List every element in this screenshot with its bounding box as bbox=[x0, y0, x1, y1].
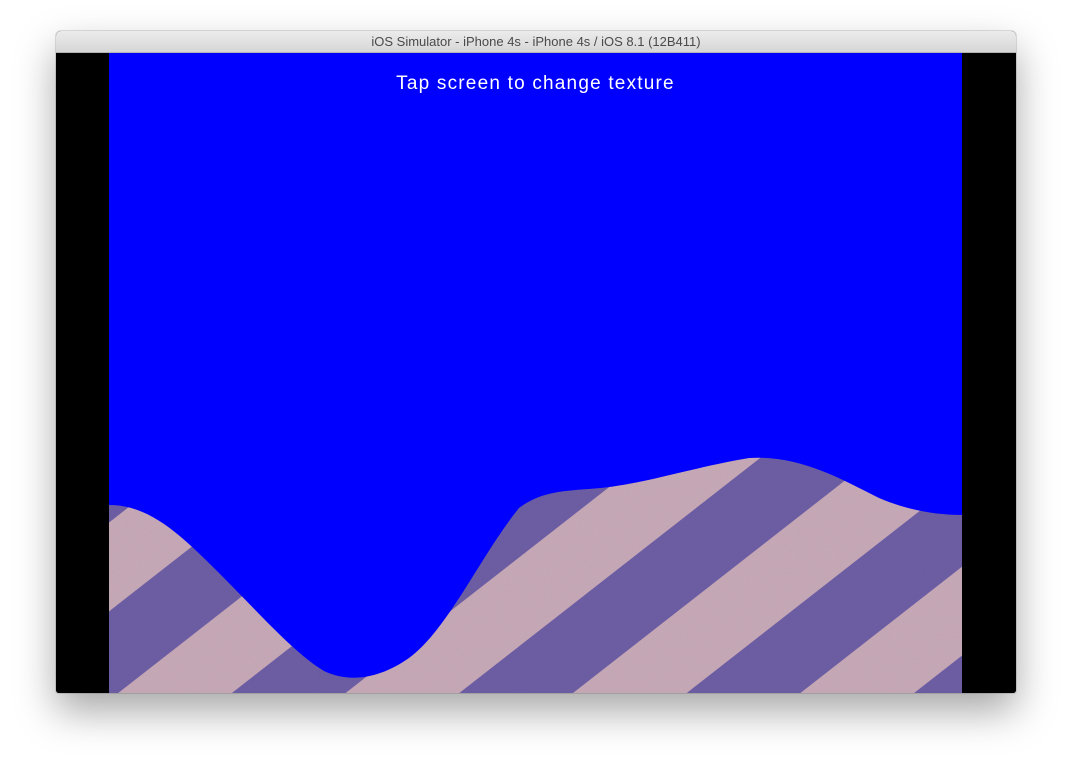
app-screen[interactable]: Tap screen to change texture bbox=[109, 53, 962, 693]
game-scene[interactable] bbox=[109, 53, 962, 693]
window-titlebar[interactable]: iOS Simulator - iPhone 4s - iPhone 4s / … bbox=[56, 31, 1016, 53]
simulator-window: iOS Simulator - iPhone 4s - iPhone 4s / … bbox=[56, 31, 1016, 693]
window-title: iOS Simulator - iPhone 4s - iPhone 4s / … bbox=[371, 34, 701, 49]
device-area: Tap screen to change texture bbox=[56, 53, 1016, 693]
instruction-text: Tap screen to change texture bbox=[396, 73, 675, 94]
